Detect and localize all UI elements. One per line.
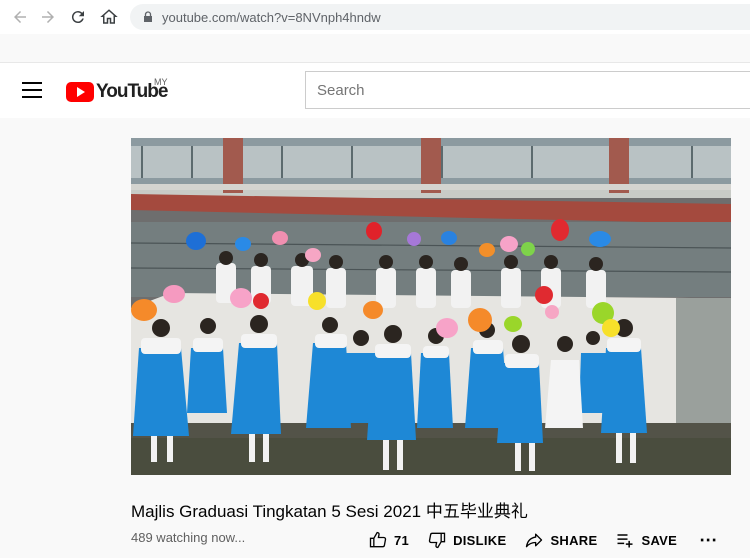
address-bar[interactable]: youtube.com/watch?v=8NVnph4hndw bbox=[130, 4, 750, 30]
save-button[interactable]: SAVE bbox=[615, 530, 677, 550]
home-icon[interactable] bbox=[95, 3, 123, 31]
dislike-button[interactable]: DISLIKE bbox=[427, 530, 506, 550]
forward-icon[interactable] bbox=[34, 3, 62, 31]
share-icon bbox=[526, 533, 543, 548]
url-text: youtube.com/watch?v=8NVnph4hndw bbox=[162, 9, 381, 25]
like-count: 71 bbox=[394, 532, 410, 548]
like-button[interactable]: 71 bbox=[368, 530, 409, 550]
video-title: Majlis Graduasi Tingkatan 5 Sesi 2021 中五… bbox=[131, 502, 528, 521]
video-actions: 71 DISLIKE SHARE SAVE ⋯ bbox=[368, 528, 718, 552]
thumbs-up-icon bbox=[369, 531, 387, 548]
browser-toolbar: youtube.com/watch?v=8NVnph4hndw bbox=[0, 0, 750, 34]
dislike-label: DISLIKE bbox=[453, 532, 507, 548]
save-label: SAVE bbox=[641, 532, 678, 548]
share-label: SHARE bbox=[550, 532, 598, 548]
youtube-play-icon bbox=[66, 82, 94, 102]
share-button[interactable]: SHARE bbox=[524, 530, 597, 550]
watching-count: 489 watching now... bbox=[131, 530, 246, 545]
region-code: MY bbox=[154, 77, 168, 87]
search-input[interactable] bbox=[317, 81, 737, 99]
search-box[interactable] bbox=[305, 71, 750, 109]
more-actions-icon[interactable]: ⋯ bbox=[699, 530, 718, 551]
reload-icon[interactable] bbox=[64, 3, 92, 31]
video-player[interactable] bbox=[131, 138, 731, 475]
youtube-header: YouTube MY bbox=[0, 62, 750, 118]
lock-icon bbox=[144, 11, 152, 22]
back-icon[interactable] bbox=[6, 3, 34, 31]
hamburger-menu-icon[interactable] bbox=[22, 82, 42, 98]
youtube-logo[interactable]: YouTube bbox=[66, 81, 168, 103]
thumbs-down-icon bbox=[428, 532, 446, 549]
video-frame bbox=[131, 138, 731, 475]
playlist-add-icon bbox=[617, 534, 633, 548]
